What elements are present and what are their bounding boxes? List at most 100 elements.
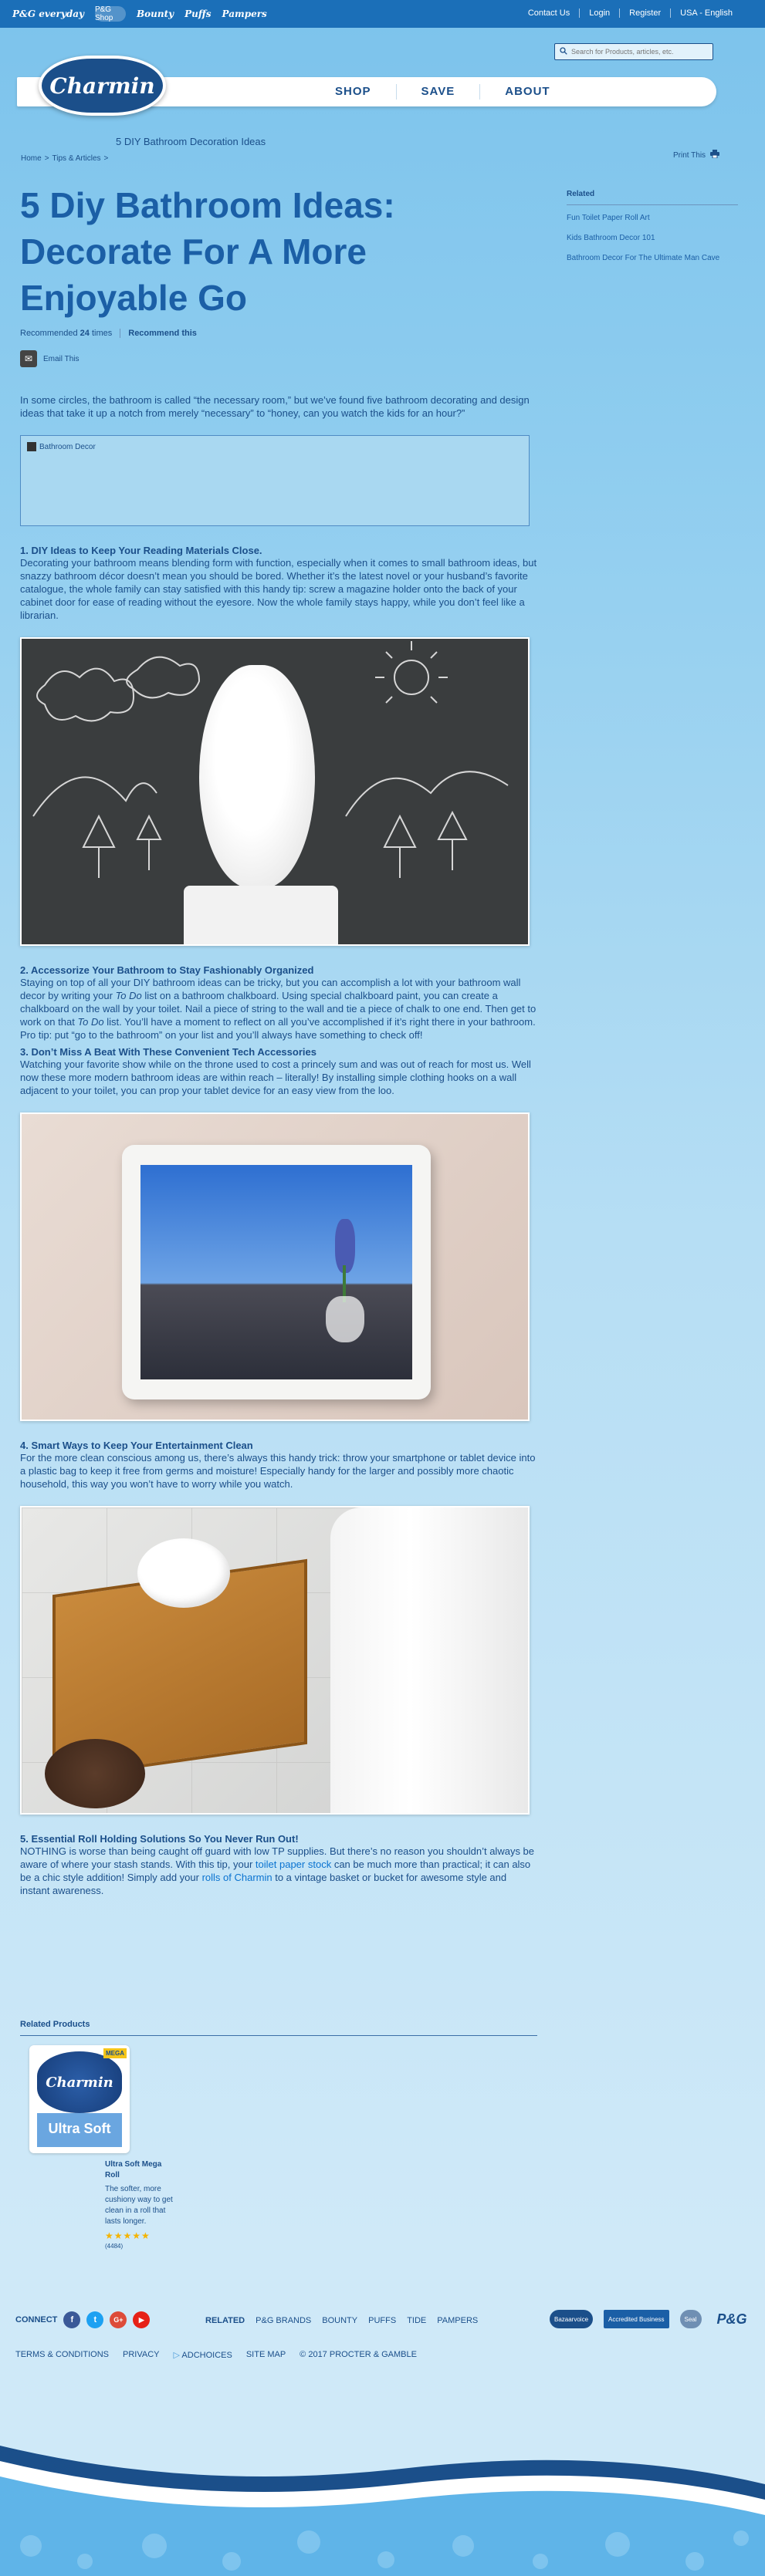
woven-basket [45,1739,145,1808]
footer-pg-brands-link[interactable]: P&G BRANDS [256,2316,311,2325]
toilet-base [184,886,338,944]
toilet-paper-stock-link[interactable]: toilet paper stock [256,1859,331,1870]
breadcrumb-separator: > [103,154,109,163]
nav-shop[interactable]: SHOP [310,84,396,100]
article-section-5: 5. Essential Roll Holding Solutions So Y… [20,1833,539,1897]
charmin-logo[interactable]: Charmin [39,56,166,116]
breadcrumb-home[interactable]: Home [21,154,42,163]
adchoices-link[interactable]: ▷ ADCHOICES [174,2350,232,2360]
pg-shop-link[interactable]: P&G Shop [94,5,126,22]
email-icon: ✉ [20,350,37,367]
nav-about[interactable]: ABOUT [479,84,574,100]
section-heading: 3. Don’t Miss A Beat With These Convenie… [20,1046,316,1058]
breadcrumb-tips[interactable]: Tips & Articles [52,154,101,163]
product-image[interactable]: Charmin Ultra Soft MEGA [29,2045,130,2153]
video-player[interactable]: Bathroom Decor [20,435,530,526]
section-body: NOTHING is worse than being caught off g… [20,1845,539,1897]
search-icon[interactable] [560,45,567,59]
section-title: 5 DIY Bathroom Decoration Ideas [116,136,266,147]
facebook-icon[interactable]: f [63,2311,81,2328]
site-map-link[interactable]: SITE MAP [246,2350,286,2360]
search-box [554,43,713,60]
section-body: Watching your favorite show while on the… [20,1058,531,1096]
print-button[interactable]: Print This [673,150,720,160]
product-logo: Charmin [37,2051,122,2113]
copyright: © 2017 PROCTER & GAMBLE [300,2350,417,2359]
print-label: Print This [673,150,706,160]
bbb-logo[interactable]: Accredited Business [604,2310,669,2328]
related-item[interactable]: Bathroom Decor For The Ultimate Man Cave [567,253,738,264]
puffs-link[interactable]: Puffs [184,8,211,19]
terms-link[interactable]: TERMS & CONDITIONS [15,2350,109,2360]
search-input[interactable] [571,48,710,56]
divider [670,8,672,18]
section-heading: 1. DIY Ideas to Keep Your Reading Materi… [20,545,262,556]
recommend-suffix: times [91,329,113,338]
article-title: 5 Diy Bathroom Ideas: Decorate For A Mor… [20,185,395,318]
footer-related: RELATED P&G BRANDS BOUNTY PUFFS TIDE PAM… [205,2316,478,2325]
top-bar: P&G everyday P&G Shop Bounty Puffs Pampe… [0,0,765,28]
product-description: The softer, more cushiony way to get cle… [105,2185,173,2226]
toilet-paper-box-image [20,1506,530,1815]
related-sidebar: Related Fun Toilet Paper Roll Art Kids B… [567,190,738,273]
nav-save[interactable]: SAVE [395,84,480,100]
email-this-button[interactable]: ✉ Email This [20,350,539,367]
rolls-of-charmin-link[interactable]: rolls of Charmin [202,1872,272,1883]
google-plus-icon[interactable]: G+ [110,2311,127,2328]
contact-us-link[interactable]: Contact Us [528,8,570,18]
divider [619,8,621,18]
section-heading: 5. Essential Roll Holding Solutions So Y… [20,1833,299,1845]
breadcrumb-separator: > [44,154,49,163]
video-label: Bathroom Decor [39,442,96,451]
footer-logos: Bazaarvoice Accredited Business Seal P&G [550,2310,752,2328]
recommend-bar: Recommended 24 times Recommend this [20,329,539,338]
tablet-on-wall-image [20,1112,530,1421]
article-intro: In some circles, the bathroom is called … [20,394,530,419]
related-item[interactable]: Fun Toilet Paper Roll Art [567,213,738,224]
article-section-1: 1. DIY Ideas to Keep Your Reading Materi… [20,545,539,622]
email-label: Email This [43,354,80,363]
section-heading: 4. Smart Ways to Keep Your Entertainment… [20,1440,253,1451]
youtube-icon[interactable]: ▶ [133,2311,151,2328]
toilet-paper-roll [137,1538,230,1608]
login-link[interactable]: Login [589,8,610,18]
locale-selector[interactable]: USA - English [680,8,733,18]
recommend-count-text: Recommended 24 times [20,329,112,338]
toilet-tank [330,1507,528,1813]
seal-logo[interactable]: Seal [679,2310,702,2328]
product-line: Ultra Soft [37,2113,122,2147]
tablet [122,1145,431,1399]
emphasis: To Do [115,990,142,1001]
footer-wave-decoration [0,2446,765,2576]
section-body: For the more clean conscious among us, t… [20,1452,536,1490]
article-section-4: 4. Smart Ways to Keep Your Entertainment… [20,1440,539,1491]
related-item[interactable]: Kids Bathroom Decor 101 [567,233,738,244]
video-title: Bathroom Decor [27,442,96,451]
article-section-3: 3. Don’t Miss A Beat With These Convenie… [20,1046,539,1097]
pg-logo[interactable]: P&G [713,2310,752,2328]
footer-bounty-link[interactable]: BOUNTY [322,2316,357,2325]
recommend-prefix: Recommended [20,329,78,338]
register-link[interactable]: Register [629,8,661,18]
product-name[interactable]: Ultra Soft Mega Roll [105,2159,174,2181]
related-list: Fun Toilet Paper Roll Art Kids Bathroom … [567,213,738,264]
twitter-icon[interactable]: t [86,2311,104,2328]
printer-icon [710,150,720,160]
tablet-screen [140,1165,412,1379]
recommend-button[interactable]: Recommend this [128,329,197,338]
bounty-link[interactable]: Bounty [137,8,174,19]
section-body: Staying on top of all your DIY bathroom … [20,976,539,1042]
article: 5 Diy Bathroom Ideas: Decorate For A Mor… [20,182,539,1897]
footer-puffs-link[interactable]: PUFFS [368,2316,396,2325]
video-icon [27,442,36,451]
utility-links: Contact Us Login Register USA - English [528,8,733,18]
pampers-link[interactable]: Pampers [222,8,267,19]
privacy-link[interactable]: PRIVACY [123,2350,159,2360]
bazaarvoice-logo[interactable]: Bazaarvoice [550,2310,594,2328]
section-body: Decorating your bathroom means blending … [20,557,537,621]
sidebar-heading: Related [567,190,738,205]
footer-tide-link[interactable]: TIDE [407,2316,426,2325]
pg-everyday-link[interactable]: P&G everyday [12,8,84,19]
package-logo-text: Charmin [46,2074,113,2091]
footer-pampers-link[interactable]: PAMPERS [437,2316,478,2325]
